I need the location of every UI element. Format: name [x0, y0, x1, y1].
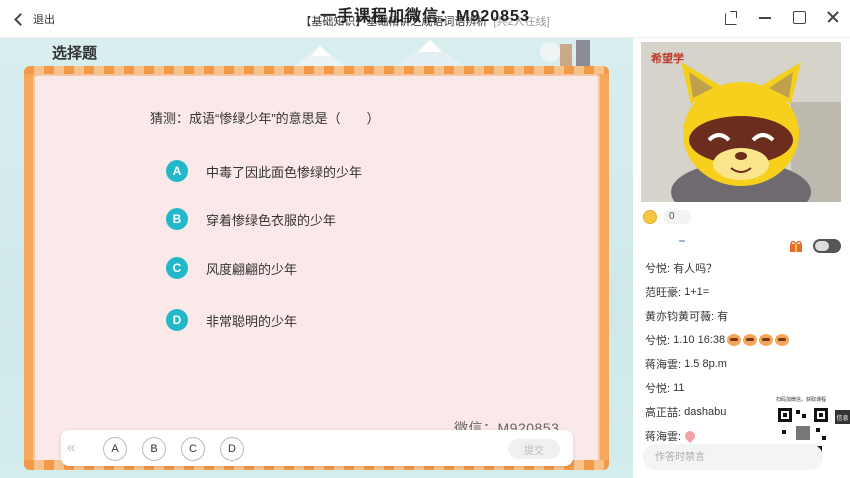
chat-text: 1.10 16:38: [673, 334, 726, 346]
divider-mark: [679, 240, 685, 242]
minimize-icon[interactable]: [758, 10, 772, 24]
chat-sender: 兮悦:: [645, 383, 671, 395]
mute-toggle[interactable]: [813, 239, 841, 253]
chat-message: 兮悦: 1.10 16:38: [645, 328, 845, 352]
option-b-text: 穿着惨绿色衣服的少年: [206, 212, 337, 228]
answer-bar: « A B C D 提交: [61, 430, 573, 466]
window-controls: [724, 10, 840, 25]
option-d-badge: D: [166, 309, 188, 331]
chat-sender: 蒋海雲:: [645, 359, 682, 371]
chat-sender: 蒋海雲:: [645, 431, 682, 443]
option-c-badge: C: [166, 257, 188, 279]
toggle-knob: [815, 241, 829, 251]
option-c[interactable]: C 风度翩翩的少年: [166, 257, 297, 279]
coin-icon: [643, 210, 657, 224]
monkey-emoji-icon: [727, 334, 742, 346]
right-panel: 希望学 0 兮悦: 有人吗？ 范旺豪: 1+1= 黄亦钧黄可薇: 有 兮悦: 1…: [633, 38, 850, 478]
chat-sender: 范旺豪:: [645, 287, 682, 299]
monkey-emoji-icon: [775, 334, 790, 346]
title-bar: 退出 【基础知识】基础精讲之成语词语辨析 [共2人在线] 一手课程加微信：M920…: [0, 0, 850, 38]
chat-text: 有: [717, 311, 729, 323]
chat-text: 1.5 8p.m: [684, 358, 727, 370]
chat-text: 11: [673, 382, 685, 394]
answer-button-a[interactable]: A: [103, 437, 127, 461]
answer-button-c[interactable]: C: [181, 437, 205, 461]
section-header: 选择题: [52, 45, 98, 62]
chat-sender: 兮悦:: [645, 263, 671, 275]
monkey-emoji-icon: [759, 334, 774, 346]
submit-button[interactable]: 提交: [508, 439, 560, 459]
chat-message: 范旺豪: 1+1=: [645, 280, 845, 304]
double-chevron-left-icon[interactable]: «: [67, 439, 75, 456]
coin-count: 0: [663, 210, 691, 224]
option-d-text: 非常聪明的少年: [206, 313, 298, 329]
coin-row: 0: [643, 210, 691, 224]
chat-text: dashabu: [684, 406, 727, 418]
share-icon[interactable]: [724, 10, 738, 25]
qr-caption: 扫码加微信，获取课程: [776, 397, 827, 403]
chat-message: 兮悦: 有人吗？: [645, 256, 845, 280]
monkey-emoji-icon: [743, 334, 758, 346]
raccoon-mascot-avatar: [641, 42, 841, 202]
answer-button-b[interactable]: B: [142, 437, 166, 461]
gift-icon[interactable]: [789, 239, 803, 253]
chat-text: 有人吗？: [673, 263, 718, 275]
option-d[interactable]: D 非常聪明的少年: [166, 309, 297, 331]
frame-border-top: [24, 66, 609, 74]
chat-sender: 兮悦:: [645, 335, 671, 347]
heart-sticker-icon: [682, 428, 698, 444]
brand-label: 希望学: [651, 53, 684, 65]
option-b-badge: B: [166, 208, 188, 230]
option-a-text: 中毒了因此面色惨绿的少年: [206, 164, 363, 180]
chat-message: 蒋海雲: 1.5 8p.m: [645, 352, 845, 376]
slide-area: 选择题 猜测：成语“惨绿少年”的意思是（ ） A 中毒了因此面色惨绿的少年 B …: [0, 38, 633, 478]
chat-sender: 高正喆:: [645, 407, 682, 419]
question-card: [33, 74, 600, 464]
answer-button-d[interactable]: D: [220, 437, 244, 461]
option-a-badge: A: [166, 160, 188, 182]
chat-input[interactable]: [643, 444, 823, 470]
watermark-top: 一手课程加微信：M920853: [320, 8, 530, 25]
chat-text: 1+1=: [684, 286, 710, 298]
side-tag[interactable]: 信息: [835, 410, 850, 424]
teacher-video: 希望学: [641, 42, 841, 202]
chat-sender: 黄亦钧黄可薇:: [645, 311, 715, 323]
close-icon[interactable]: [826, 10, 840, 24]
chat-message: 黄亦钧黄可薇: 有: [645, 304, 845, 328]
option-b[interactable]: B 穿着惨绿色衣服的少年: [166, 208, 336, 230]
option-c-text: 风度翩翩的少年: [206, 261, 298, 277]
question-text: 猜测：成语“惨绿少年”的意思是（ ）: [150, 111, 380, 126]
option-a[interactable]: A 中毒了因此面色惨绿的少年: [166, 160, 362, 182]
maximize-icon[interactable]: [792, 10, 806, 24]
